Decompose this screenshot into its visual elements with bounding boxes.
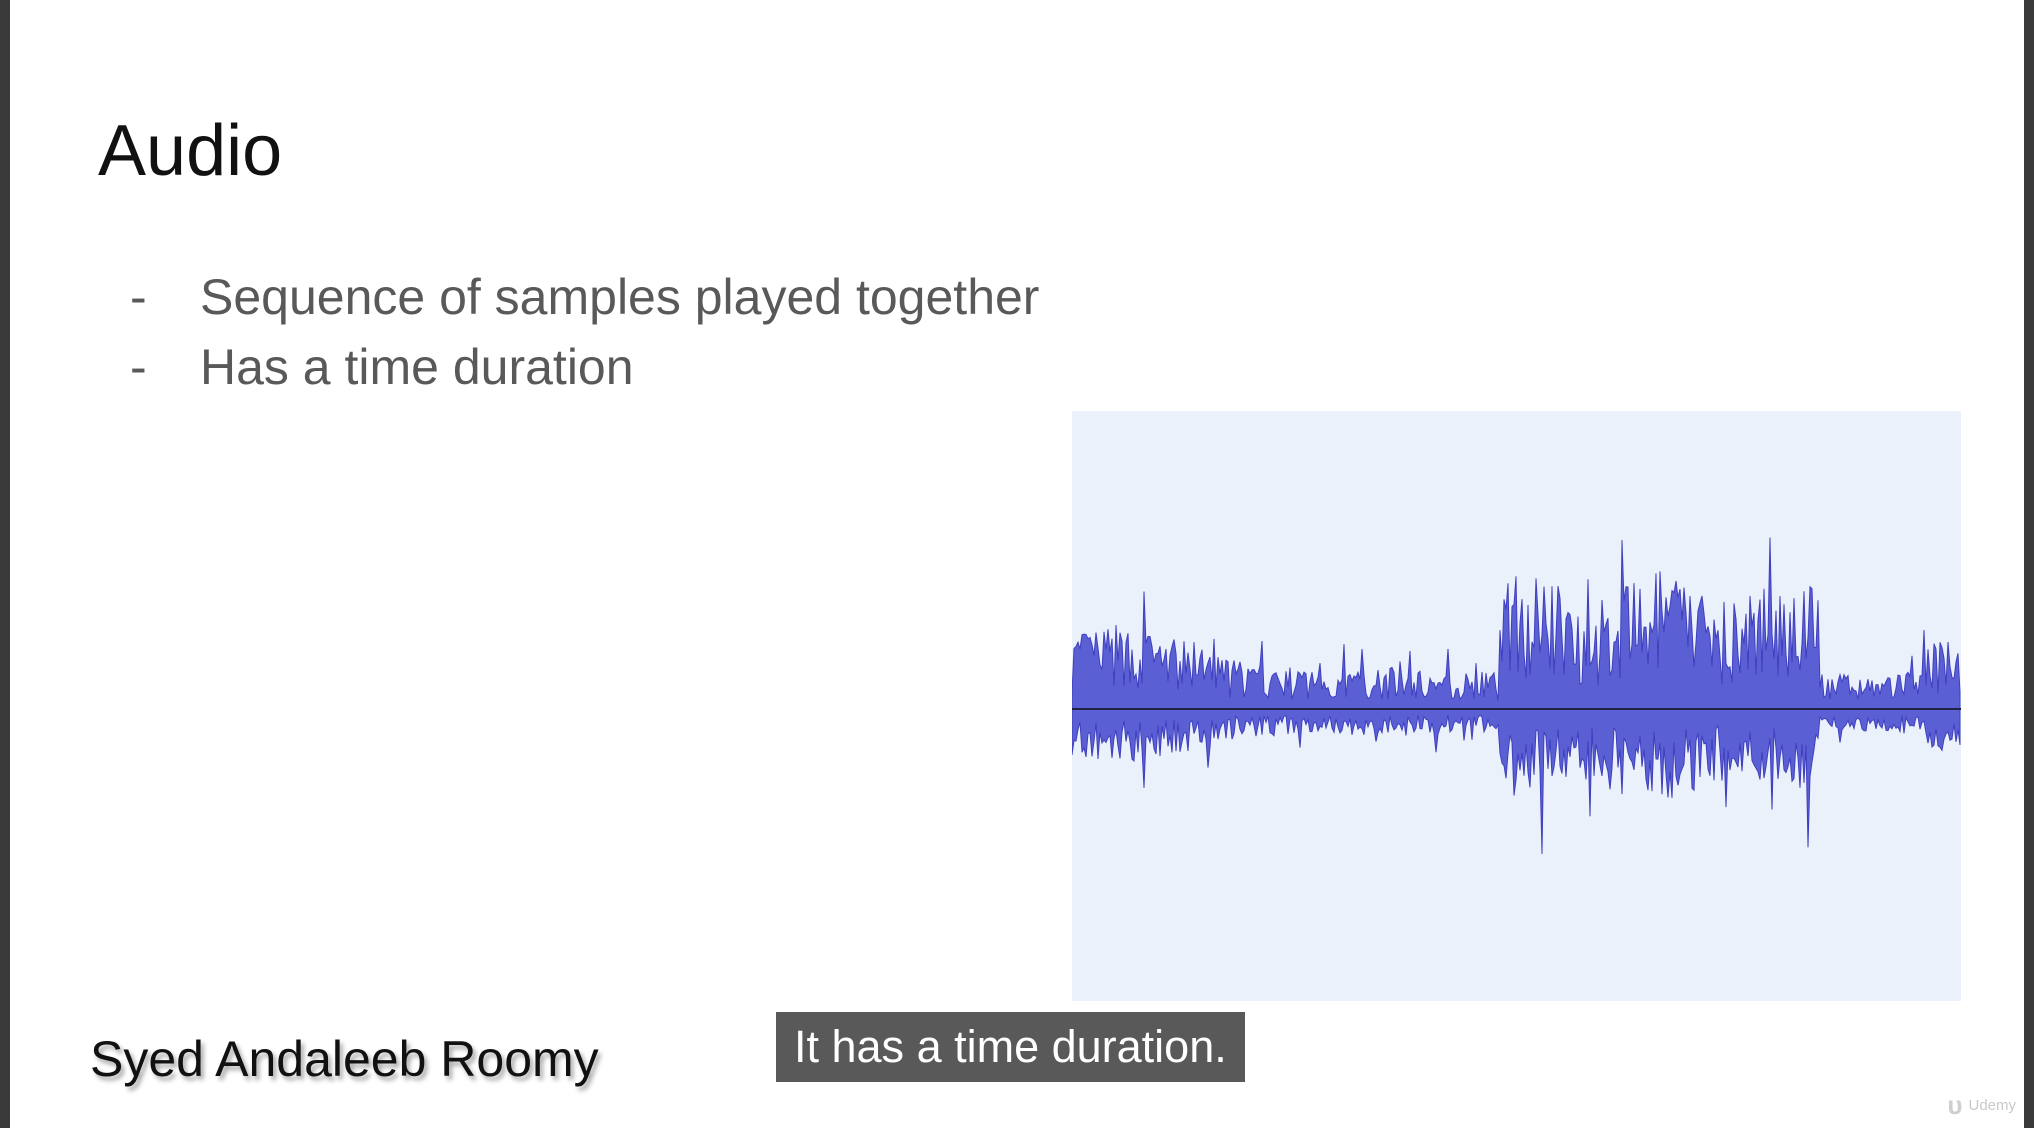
udemy-logo-icon: ᴜ — [1947, 1090, 1963, 1120]
presentation-slide: Audio - Sequence of samples played toget… — [10, 0, 2024, 1128]
udemy-watermark: ᴜ Udemy — [1947, 1092, 2016, 1118]
bullet-text: Sequence of samples played together — [200, 269, 1040, 325]
bullet-item: - Sequence of samples played together — [130, 262, 1039, 332]
bullet-text: Has a time duration — [200, 339, 634, 395]
video-frame-left — [0, 0, 10, 1128]
author-name: Syed Andaleeb Roomy — [90, 1031, 599, 1087]
waveform-image — [1072, 411, 1961, 1001]
video-frame-right — [2024, 0, 2034, 1128]
waveform-shape — [1072, 537, 1961, 854]
bullet-marker: - — [130, 339, 147, 395]
slide-title: Audio — [98, 111, 283, 191]
subtitle-caption: It has a time duration. — [776, 1012, 1245, 1082]
bullet-item: - Has a time duration — [130, 332, 1039, 402]
bullet-list: - Sequence of samples played together - … — [130, 262, 1039, 402]
audio-waveform-icon — [1072, 537, 1961, 854]
bullet-marker: - — [130, 269, 147, 325]
udemy-brand-label: Udemy — [1968, 1096, 2016, 1114]
